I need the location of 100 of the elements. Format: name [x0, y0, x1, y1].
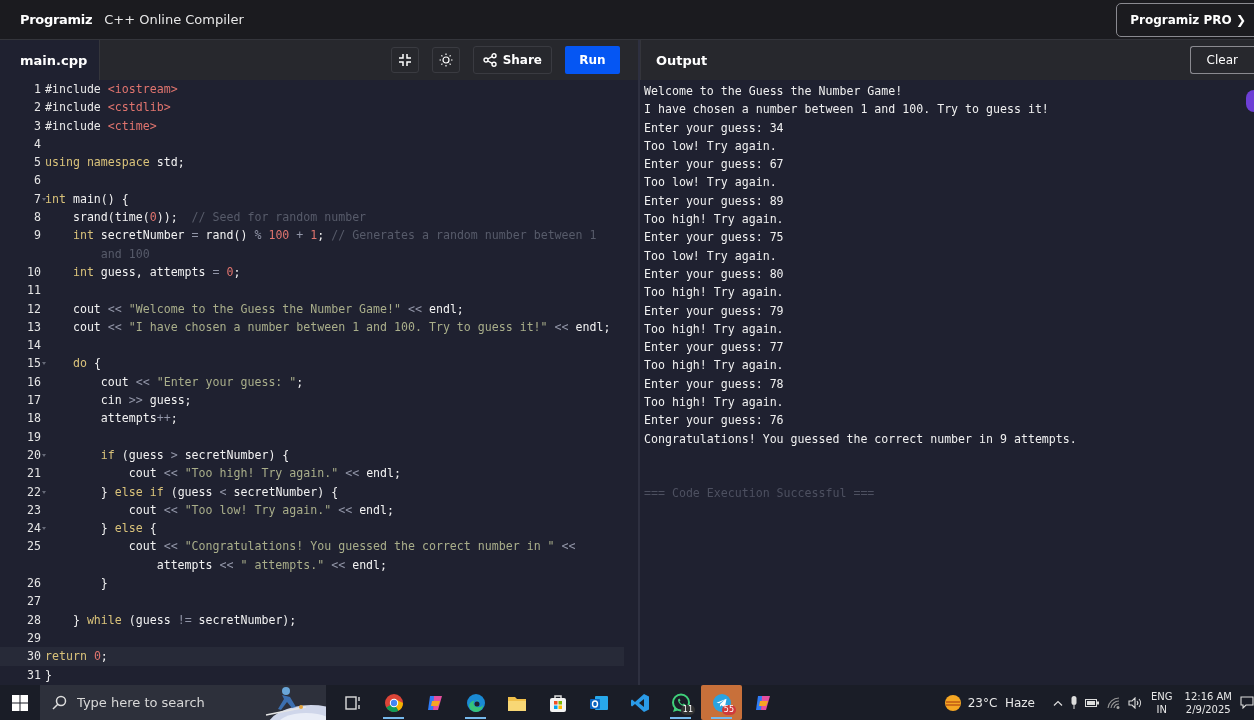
output-line: Too low! Try again.: [644, 174, 777, 192]
line-number: 16: [26, 373, 41, 391]
line-number: 20: [26, 446, 41, 464]
line-number: 22: [26, 483, 41, 501]
language-code[interactable]: ENG: [1150, 689, 1173, 703]
collapse-icon[interactable]: [390, 47, 419, 73]
code-line: cout << "I have chosen a number between 1 and 100. Try to guess it!" << endl;: [71, 318, 611, 336]
code-line: int guess, attempts = 0;: [71, 263, 241, 281]
task-view-icon[interactable]: [344, 694, 361, 711]
pro-button[interactable]: Programiz PRO ❯: [1116, 2, 1254, 37]
code-line: }: [99, 575, 108, 592]
search-field[interactable]: Type here to search: [67, 685, 256, 720]
line-number: 23: [26, 501, 41, 519]
logo[interactable]: Programiz: [20, 12, 93, 27]
microphone-icon[interactable]: [1070, 696, 1077, 709]
line-number: 28: [26, 611, 41, 629]
fold-icon[interactable]: [42, 527, 46, 531]
output-line: Enter your guess: 89: [644, 192, 784, 210]
code-line: #include <ctime>: [45, 117, 157, 135]
code-line: #include <cstdlib>: [45, 99, 171, 117]
output-line: Enter your guess: 75: [644, 229, 784, 247]
code-line: if (guess > secretNumber) {: [99, 446, 290, 464]
clock-time[interactable]: 12:16 AM: [1184, 689, 1232, 703]
code-line: cout << "Welcome to the Guess the Number Game!" << endl;: [71, 300, 464, 318]
chevron-up-icon[interactable]: [1052, 699, 1063, 706]
line-number: 8: [33, 209, 41, 227]
code-line: attempts++;: [99, 410, 178, 428]
line-number: 14: [26, 337, 41, 355]
output-line: I have chosen a number between 1 and 100. Try to guess it!: [644, 101, 1049, 119]
output-line: Too high! Try again.: [644, 394, 784, 412]
line-number: 7: [33, 190, 41, 208]
wifi-icon[interactable]: [1106, 696, 1120, 709]
line-number: 26: [26, 575, 41, 592]
region-code[interactable]: IN: [1156, 702, 1167, 716]
line-number: 17: [26, 392, 41, 410]
file-tab[interactable]: main.cpp: [0, 40, 100, 80]
code-line: int main() {: [45, 190, 129, 208]
line-number: 5: [33, 154, 41, 172]
line-number: 2: [33, 99, 41, 117]
code-line: }: [45, 666, 52, 684]
output-line: Too high! Try again.: [644, 211, 784, 229]
speaker-icon[interactable]: [1127, 696, 1143, 709]
output-line: Too high! Try again.: [644, 357, 784, 375]
chrome-icon[interactable]: [383, 692, 404, 713]
output-line: Enter your guess: 76: [644, 412, 784, 430]
output-line: Enter your guess: 77: [644, 339, 784, 357]
store-icon[interactable]: [547, 692, 568, 713]
notification-badge: 55: [721, 705, 736, 715]
line-number: 13: [26, 318, 41, 336]
output-line: Enter your guess: 67: [644, 156, 784, 174]
weather-text[interactable]: 23°C Haze: [967, 695, 1035, 710]
line-number: 24: [26, 520, 41, 538]
line-number: 29: [26, 629, 41, 647]
code-line: cout << "Too low! Try again." << endl;: [127, 501, 395, 519]
clock-date[interactable]: 2/9/2025: [1185, 702, 1231, 716]
output-line: Enter your guess: 78: [644, 375, 784, 393]
code-line: #include <iostream>: [45, 81, 178, 98]
line-number: 19: [26, 428, 41, 446]
output-line: Enter your guess: 80: [644, 265, 784, 283]
code-editor-icon[interactable]: [629, 692, 650, 713]
code-line: do {: [71, 355, 101, 373]
paper-plane-icon[interactable]: [711, 692, 732, 713]
line-number: 6: [33, 172, 41, 190]
fold-icon[interactable]: [42, 197, 46, 201]
clear-button[interactable]: Clear: [1189, 46, 1254, 74]
windows-icon[interactable]: [12, 694, 28, 711]
code-line: int secretNumber = rand() % 100 + 1; // Generates a random number between 1 and 100: [71, 227, 597, 263]
line-number: 21: [26, 465, 41, 483]
battery-icon[interactable]: [1084, 698, 1099, 707]
sun-haze-icon: [943, 693, 962, 712]
line-number: 4: [33, 135, 41, 153]
sun-icon[interactable]: [431, 47, 460, 73]
search-bar[interactable]: Type here to search: [40, 685, 326, 720]
search-icon: [52, 695, 67, 710]
line-number: 25: [26, 538, 41, 556]
output-line: Welcome to the Guess the Number Game!: [644, 83, 903, 100]
code-line: cout << "Enter your guess: ";: [99, 373, 304, 391]
code-line: using namespace std;: [45, 154, 185, 172]
code-line: } else if (guess < secretNumber) {: [99, 483, 339, 501]
edge-icon[interactable]: [465, 692, 486, 713]
fold-icon[interactable]: [42, 453, 46, 457]
run-button[interactable]: Run: [565, 46, 620, 74]
chat-icon[interactable]: [670, 692, 691, 713]
line-number: 1: [33, 81, 41, 98]
fold-icon[interactable]: [42, 490, 46, 494]
code-line: } while (guess != secretNumber);: [71, 611, 297, 629]
line-number: 30: [26, 648, 41, 666]
share-button[interactable]: Share: [472, 46, 552, 74]
output-line: Too high! Try again.: [644, 320, 784, 338]
notification-badge: 11: [680, 705, 695, 715]
output-line: Too low! Try again.: [644, 137, 777, 155]
notification-icon[interactable]: [1240, 696, 1254, 709]
code-line: srand(time(0)); // Seed for random number: [71, 209, 367, 227]
output-line: Enter your guess: 79: [644, 302, 784, 320]
line-number: 12: [26, 300, 41, 318]
share-icon: [482, 53, 497, 67]
output-line: Too high! Try again.: [644, 284, 784, 302]
line-number: 11: [26, 282, 41, 300]
fold-icon[interactable]: [42, 362, 46, 366]
line-number: 9: [33, 227, 41, 245]
